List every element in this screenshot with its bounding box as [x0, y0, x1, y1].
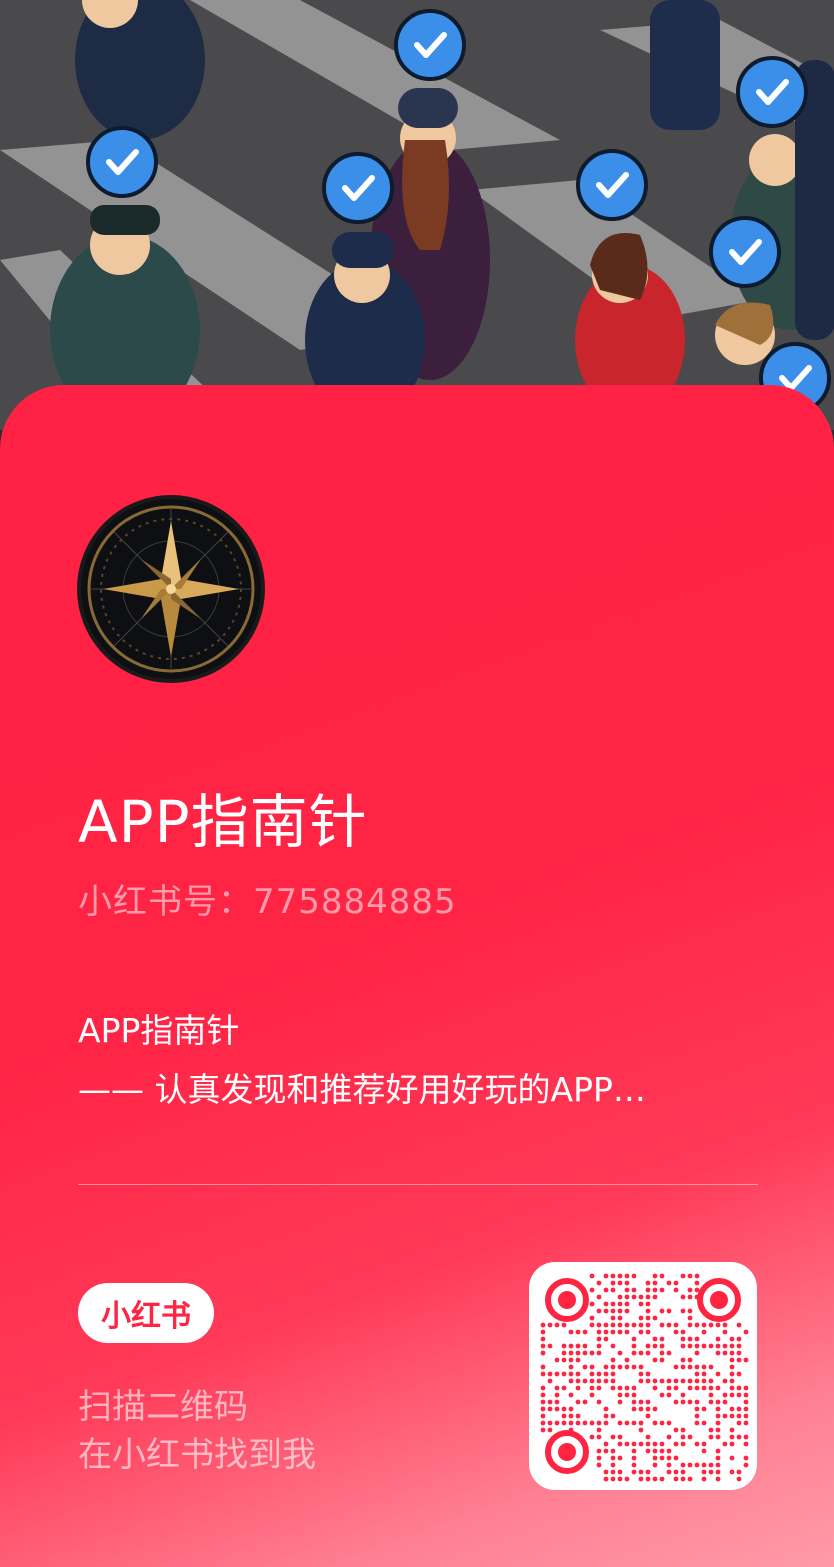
divider [78, 1184, 758, 1185]
compass-icon [87, 505, 255, 673]
scan-hint-line-2: 在小红书找到我 [78, 1435, 316, 1475]
profile-card: APP指南针 小红书号：775884885 APP指南针 —— 认真发现和推荐好… [0, 385, 834, 1567]
avatar[interactable] [77, 495, 265, 683]
nickname: APP指南针 [78, 788, 368, 856]
qr-code[interactable] [529, 1262, 757, 1490]
red-id: 小红书号：775884885 [78, 882, 457, 922]
bio-line-1: APP指南针 [78, 1011, 240, 1050]
brand-logo: 小红书 [78, 1283, 214, 1343]
brand-logo-text: 小红书 [101, 1299, 191, 1334]
bio-line-2: —— 认真发现和推荐好用好玩的APP… [78, 1070, 646, 1109]
qr-code-icon [540, 1273, 749, 1482]
header-illustration [0, 0, 834, 430]
crowd-illustration [0, 0, 834, 430]
scan-hint-line-1: 扫描二维码 [78, 1387, 248, 1427]
